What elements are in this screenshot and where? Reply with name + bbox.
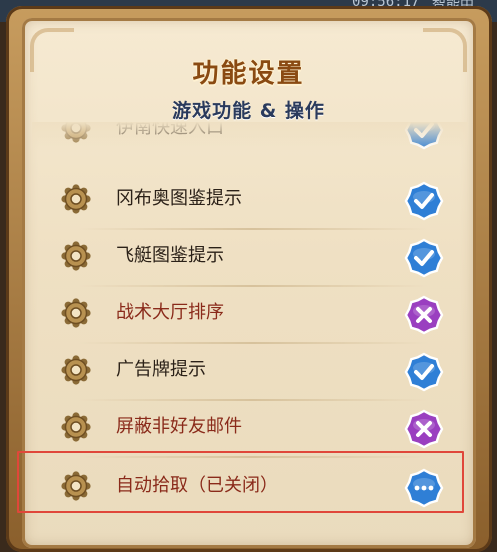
check-badge-icon[interactable] bbox=[404, 181, 444, 221]
setting-row[interactable]: 冈布奥图鉴提示 bbox=[32, 171, 468, 229]
check-badge-icon[interactable] bbox=[404, 238, 444, 278]
highlight-box bbox=[17, 451, 464, 513]
gear-icon bbox=[61, 184, 91, 214]
setting-row[interactable]: 广告牌提示 bbox=[32, 342, 468, 400]
setting-label: 广告牌提示 bbox=[116, 359, 206, 380]
setting-label: 冈布奥图鉴提示 bbox=[116, 188, 242, 209]
gear-icon bbox=[61, 412, 91, 442]
setting-row[interactable]: 屏蔽非好友邮件 bbox=[32, 399, 468, 457]
check-badge-icon[interactable] bbox=[404, 352, 444, 392]
setting-label: 飞艇图鉴提示 bbox=[116, 245, 224, 266]
setting-label: 屏蔽非好友邮件 bbox=[116, 416, 242, 437]
panel-title: 功能设置 bbox=[192, 59, 305, 89]
cross-badge-icon[interactable] bbox=[404, 409, 444, 449]
setting-row[interactable]: 飞艇图鉴提示 bbox=[32, 228, 468, 286]
cross-badge-icon[interactable] bbox=[404, 295, 444, 335]
panel-subtitle: 游戏功能 & 操作 bbox=[172, 100, 325, 122]
gear-icon bbox=[61, 298, 91, 328]
setting-label: 战术大厅排序 bbox=[116, 302, 224, 323]
gear-icon bbox=[61, 241, 91, 271]
setting-row[interactable]: 战术大厅排序 bbox=[32, 285, 468, 343]
gear-icon bbox=[61, 355, 91, 385]
list-top-fade bbox=[32, 122, 468, 152]
